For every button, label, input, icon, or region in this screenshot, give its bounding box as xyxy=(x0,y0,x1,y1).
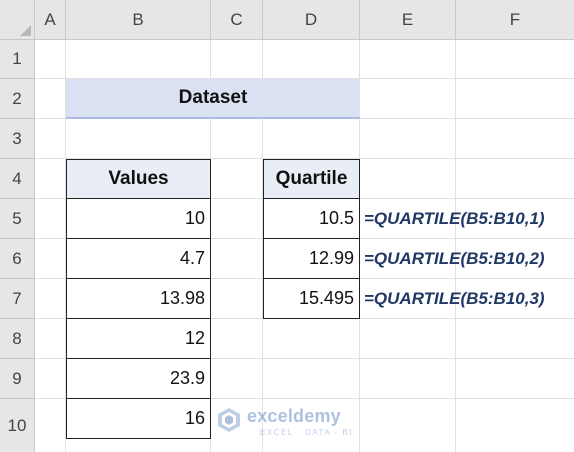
select-all-triangle-icon xyxy=(20,25,31,36)
values-cell[interactable]: 12 xyxy=(66,318,211,359)
select-all-corner[interactable] xyxy=(0,0,35,40)
values-cell[interactable]: 13.98 xyxy=(66,278,211,319)
row-header-4[interactable]: 4 xyxy=(0,159,35,199)
quartile-cell[interactable]: 10.5 xyxy=(263,198,360,239)
quartile-cell[interactable]: 12.99 xyxy=(263,238,360,279)
row-header-3[interactable]: 3 xyxy=(0,119,35,159)
column-header-d[interactable]: D xyxy=(263,0,360,40)
column-header-c[interactable]: C xyxy=(211,0,263,40)
exceldemy-logo-icon xyxy=(218,408,240,432)
values-cell[interactable]: 16 xyxy=(66,398,211,439)
row-header-10[interactable]: 10 xyxy=(0,399,35,452)
values-cell[interactable]: 10 xyxy=(66,198,211,239)
column-header-b[interactable]: B xyxy=(66,0,211,40)
watermark-tagline: EXCEL · DATA · BI xyxy=(260,428,353,437)
watermark-name: exceldemy xyxy=(247,406,341,426)
dataset-title[interactable]: Dataset xyxy=(66,79,360,119)
formula-text[interactable]: =QUARTILE(B5:B10,2) xyxy=(364,239,545,279)
spreadsheet: A B C D E F 1 2 3 4 5 6 7 8 9 10 Dataset… xyxy=(0,0,574,452)
exceldemy-watermark: exceldemy EXCEL · DATA · BI xyxy=(216,404,366,440)
row-header-9[interactable]: 9 xyxy=(0,359,35,399)
formula-text[interactable]: =QUARTILE(B5:B10,1) xyxy=(364,199,545,239)
values-cell[interactable]: 4.7 xyxy=(66,238,211,279)
row-header-1[interactable]: 1 xyxy=(0,40,35,79)
formula-text[interactable]: =QUARTILE(B5:B10,3) xyxy=(364,279,545,319)
row-header-5[interactable]: 5 xyxy=(0,199,35,239)
row-header-8[interactable]: 8 xyxy=(0,319,35,359)
quartile-cell[interactable]: 15.495 xyxy=(263,278,360,319)
values-header-cell[interactable]: Values xyxy=(66,159,211,199)
quartile-header-cell[interactable]: Quartile xyxy=(263,159,360,199)
row-header-6[interactable]: 6 xyxy=(0,239,35,279)
column-header-f[interactable]: F xyxy=(456,0,574,40)
values-cell[interactable]: 23.9 xyxy=(66,358,211,399)
column-header-e[interactable]: E xyxy=(360,0,456,40)
row-header-7[interactable]: 7 xyxy=(0,279,35,319)
row-header-2[interactable]: 2 xyxy=(0,79,35,119)
column-header-a[interactable]: A xyxy=(35,0,66,40)
